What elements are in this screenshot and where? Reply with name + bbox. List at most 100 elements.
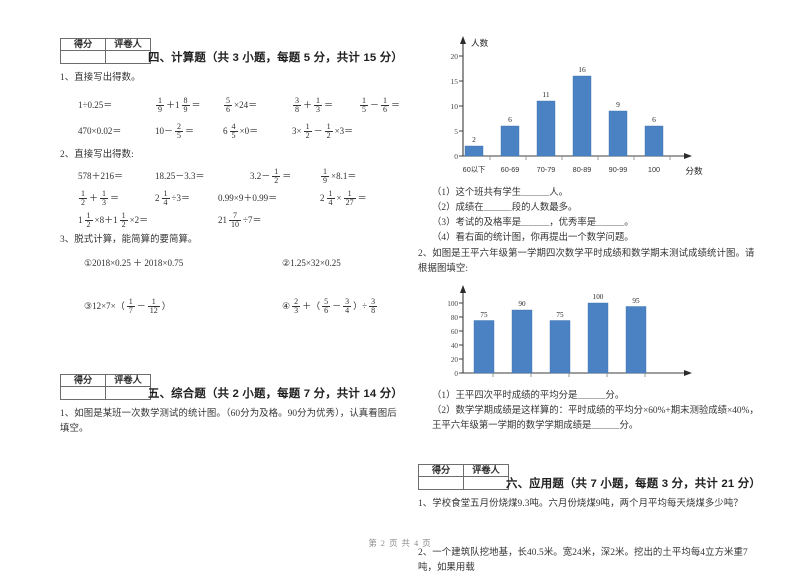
- svg-text:2: 2: [472, 135, 476, 144]
- chart1-ylabel: 人数: [471, 37, 489, 48]
- grader-label: 评卷人: [105, 38, 151, 51]
- svg-text:15: 15: [451, 77, 459, 86]
- svg-text:40: 40: [451, 342, 459, 350]
- svg-text:90-99: 90-99: [609, 165, 628, 174]
- score-distribution-chart: 0 5 10 15 20 人数 分数 2 6 11 16 9 6 60以下 60…: [418, 32, 763, 184]
- expr: 10－ 2 5 ＝: [155, 122, 195, 141]
- section-five-header: 得分 评卷人 五、综合题（共 2 小题，每题 7 分，共计 14 分）: [60, 374, 405, 400]
- q3-row2: ③12×7×（ 1 7 － 1 12） ④ 2 3 ＋（ 5 6 － 3 4 ）÷ 3 8: [60, 296, 405, 326]
- expr: 1 9 ×8.1＝: [321, 167, 357, 186]
- section-four-title: 四、计算题（共 3 小题，每题 5 分，共计 15 分）: [148, 52, 403, 64]
- svg-text:80-89: 80-89: [573, 165, 592, 174]
- expr: 21 7 10 ÷7＝: [218, 211, 262, 230]
- svg-text:20: 20: [451, 356, 459, 364]
- section-five-q2-prompt: 2、如图是王平六年级第一学期四次数学平时成绩和数学期末测试成绩统计图。请根据图填…: [418, 249, 755, 274]
- section-six-title: 六、应用题（共 7 小题，每题 3 分，共计 21 分）: [506, 478, 761, 490]
- svg-text:60以下: 60以下: [463, 165, 486, 174]
- svg-text:75: 75: [556, 311, 564, 319]
- section-six-item-1: 1、学校食堂五月份烧煤9.3吨。六月份烧煤9吨，两个月平均每天烧煤多少吨？: [418, 499, 743, 509]
- expr: 0.99×9＋0.99＝: [218, 193, 278, 203]
- expr: 18.25－3.3＝: [155, 171, 205, 181]
- expr: 1 2 ＋ 1 3 ＝: [79, 189, 120, 208]
- svg-text:10: 10: [451, 102, 459, 111]
- q3-row1: ①2018×0.25 ＋ 2018×0.75 ②1.25×32×0.25: [60, 254, 405, 278]
- expr: 2 1 4 × 1 27 ＝: [320, 189, 367, 208]
- score-label: 得分: [60, 38, 106, 51]
- expr: 1 9 ＋1 8 9 ＝: [156, 96, 201, 115]
- expr: ②1.25×32×0.25: [282, 258, 341, 268]
- section-five-title: 五、综合题（共 2 小题，每题 7 分，共计 14 分）: [148, 388, 403, 400]
- expr: 470×0.02＝: [78, 126, 122, 136]
- q2-row3: 1 1 2 ×8＋1 1 2 ×2＝ 21 7 10 ÷7＝: [60, 211, 405, 233]
- expr: 3.2－ 1 2 ＝: [250, 167, 292, 186]
- score-box-five: 得分 评卷人: [60, 374, 151, 400]
- section-five-q2-sub-2: （2）数学学期成绩是这样算的：平时成绩的平均分×60%+期末测验成绩×40%，王…: [432, 406, 759, 431]
- grader-value-cell[interactable]: [463, 476, 509, 490]
- expr: 2 1 4 ÷3＝: [155, 189, 190, 208]
- expr: 1÷0.25＝: [78, 100, 113, 110]
- svg-text:6: 6: [652, 115, 656, 124]
- right-column: 0 5 10 15 20 人数 分数 2 6 11 16 9 6 60以下 60…: [418, 32, 763, 576]
- section-four-q3-prompt: 3、脱式计算，能简算的要简算。: [60, 235, 198, 245]
- expr: ④ 2 3 ＋（ 5 6 － 3 4 ）÷ 3 8: [282, 297, 378, 316]
- chart1-xlabel: 分数: [685, 165, 703, 176]
- svg-text:0: 0: [454, 370, 458, 378]
- exam-page: 得分 评卷人 四、计算题（共 3 小题，每题 5 分，共计 15 分） 1、直接…: [0, 0, 800, 573]
- expr: 1 1 2 ×8＋1 1 2 ×2＝: [78, 211, 149, 230]
- q2-row1: 578＋216＝ 18.25－3.3＝ 3.2－ 1 2 ＝ 1 9 ×8.1＝: [60, 167, 405, 189]
- wangping-scores-chart: 0 20 40 60 80 100 75 90 75 100 95: [418, 283, 763, 387]
- score-distribution-svg: 0 5 10 15 20 人数 分数 2 6 11 16 9 6 60以下 60…: [451, 36, 703, 176]
- svg-text:95: 95: [632, 297, 640, 305]
- svg-text:11: 11: [542, 90, 549, 99]
- section-five-q2-sub-1: （1）王平四次平时成绩的平均分是＿＿＿分。: [432, 391, 625, 401]
- expr: 3 8 ＋ 1 3 ＝: [293, 96, 334, 115]
- section-five-q1-sub-2: （2）成绩在＿＿＿段的人数最多。: [432, 203, 578, 213]
- section-four-q2-prompt: 2、直接写出得数:: [60, 150, 134, 160]
- svg-text:0: 0: [454, 152, 458, 161]
- expr: 578＋216＝: [78, 171, 124, 181]
- left-column: 得分 评卷人 四、计算题（共 3 小题，每题 5 分，共计 15 分） 1、直接…: [60, 38, 405, 437]
- grader-label: 评卷人: [105, 374, 151, 387]
- svg-text:75: 75: [480, 311, 488, 319]
- svg-text:16: 16: [578, 65, 586, 74]
- score-value-cell[interactable]: [60, 386, 106, 400]
- score-label: 得分: [418, 464, 464, 477]
- q1-row1: 1÷0.25＝ 1 9 ＋1 8 9 ＝ 5 6 ×24＝ 3 8 ＋ 1 3 ＝ 1 5 － 1 6 ＝: [60, 94, 405, 120]
- expr: 6 4 5 ×0＝: [223, 122, 259, 141]
- svg-text:100: 100: [593, 293, 604, 301]
- svg-text:60: 60: [451, 328, 459, 336]
- score-box-six: 得分 评卷人: [418, 464, 509, 490]
- svg-text:100: 100: [447, 300, 458, 308]
- score-value-cell[interactable]: [418, 476, 464, 490]
- section-five-q1-sub-4: （4）看右面的统计图，你再提出一个数学问题。: [432, 233, 634, 243]
- section-five-q1-prompt: 1、如图是某班一次数学测试的统计图。（60分为及格。90分为优秀），认真看图后填…: [60, 409, 397, 434]
- score-value-cell[interactable]: [60, 50, 106, 64]
- section-five-q1-sub-1: （1）这个班共有学生＿＿＿人。: [432, 188, 568, 198]
- section-four-header: 得分 评卷人 四、计算题（共 3 小题，每题 5 分，共计 15 分）: [60, 38, 405, 64]
- svg-text:100: 100: [648, 165, 660, 174]
- grader-value-cell[interactable]: [105, 50, 151, 64]
- q2-row2: 1 2 ＋ 1 3 ＝ 2 1 4 ÷3＝ 0.99×9＋0.99＝ 2 1 4 × 1 27 ＝: [60, 189, 405, 211]
- section-six-header: 得分 评卷人 六、应用题（共 7 小题，每题 3 分，共计 21 分）: [418, 464, 763, 490]
- page-footer: 第 2 页 共 4 页: [368, 539, 432, 548]
- section-four-q1-prompt: 1、直接写出得数。: [60, 73, 141, 83]
- svg-text:70-79: 70-79: [537, 165, 556, 174]
- expr: ①2018×0.25 ＋ 2018×0.75: [84, 258, 184, 268]
- svg-text:90: 90: [518, 300, 526, 308]
- svg-text:80: 80: [451, 314, 459, 322]
- score-label: 得分: [60, 374, 106, 387]
- grader-label: 评卷人: [463, 464, 509, 477]
- section-six-item-2: 2、一个建筑队挖地基，长40.5米。宽24米，深2米。挖出的土平均每4立方米重7…: [418, 548, 748, 573]
- section-five-q1-sub-3: （3）考试的及格率是＿＿＿，优秀率是＿＿＿。: [432, 218, 634, 228]
- wangping-scores-svg: 0 20 40 60 80 100 75 90 75 100 95: [447, 285, 692, 378]
- expr: 3× 1 2 － 1 2 ×3＝: [292, 122, 354, 141]
- score-box-four: 得分 评卷人: [60, 38, 151, 64]
- grader-value-cell[interactable]: [105, 386, 151, 400]
- svg-text:9: 9: [616, 100, 620, 109]
- svg-text:6: 6: [508, 115, 512, 124]
- q1-row2: 470×0.02＝ 10－ 2 5 ＝ 6 4 5 ×0＝ 3× 1 2 － 1 2 ×3＝: [60, 120, 405, 146]
- expr: 5 6 ×24＝: [224, 96, 258, 115]
- svg-text:5: 5: [454, 127, 458, 136]
- svg-text:20: 20: [451, 52, 459, 61]
- expr: 1 5 － 1 6 ＝: [360, 96, 401, 115]
